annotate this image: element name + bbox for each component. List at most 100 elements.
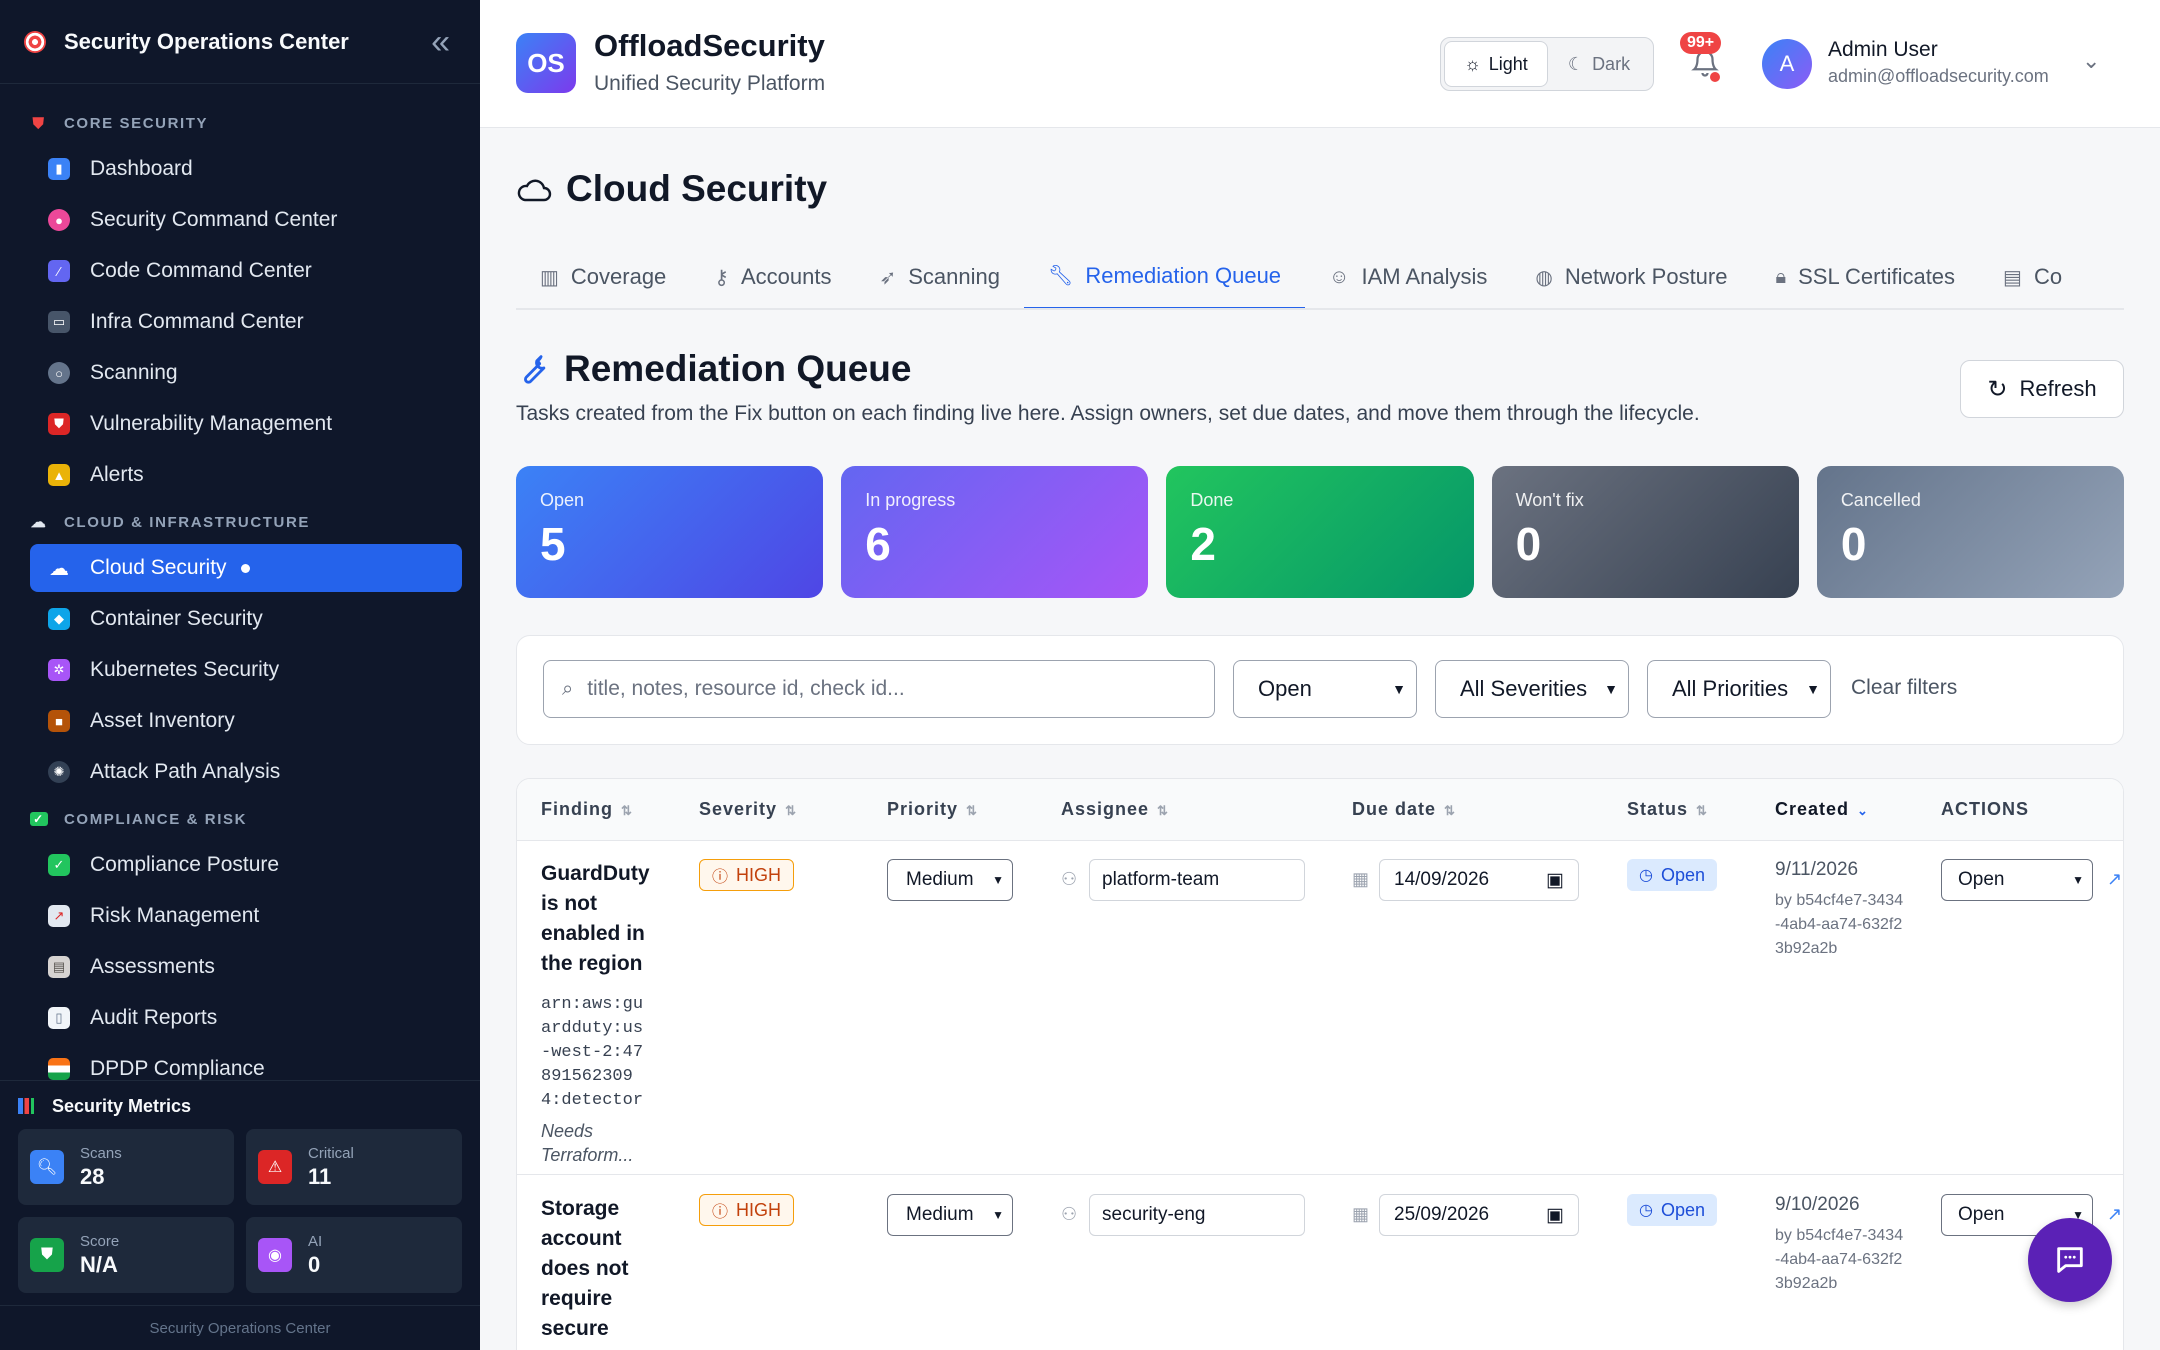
tab-coverage[interactable]: ▥ Coverage [516, 244, 690, 308]
stat-card-wont-fix[interactable]: Won't fix 0 [1491, 466, 1799, 598]
calendar-icon: ▦ [1352, 1204, 1370, 1224]
sidebar-item-asset-inventory[interactable]: ■ Asset Inventory [30, 697, 462, 745]
assignee-input[interactable]: security-eng [1089, 1194, 1305, 1236]
sidebar-item-assessments[interactable]: ▤ Assessments [30, 943, 462, 991]
tab-ssl-certificates[interactable]: 🔒︎ SSL Certificates [1751, 244, 1979, 308]
sidebar-item-label: Container Security [90, 607, 263, 630]
priority-select[interactable]: Medium ▼ [887, 859, 1013, 901]
calendar-icon[interactable]: ▣ [1546, 1204, 1564, 1227]
metric-card-score[interactable]: ⛊ Score N/A [18, 1217, 234, 1293]
priority-select[interactable]: Medium ▼ [887, 1194, 1013, 1236]
sidebar-item-dpdp-compliance[interactable]: DPDP Compliance [30, 1045, 462, 1080]
sidebar-item-code-command-center[interactable]: ⁄ Code Command Center [30, 247, 462, 295]
sidebar-item-scanning[interactable]: ○ Scanning [30, 349, 462, 397]
sidebar-item-compliance-posture[interactable]: ✓ Compliance Posture [30, 841, 462, 889]
metrics-grid: 🔍︎ Scans 28 ⚠ Critical 11 ⛊ Score N/A ◉ AI 0 [18, 1129, 462, 1293]
clock-icon: ◷ [1639, 1202, 1653, 1219]
calendar-icon[interactable]: ▣ [1546, 869, 1564, 892]
stat-card-open[interactable]: Open 5 [516, 466, 824, 598]
priority-filter-value: All Priorities [1672, 676, 1789, 701]
severity-badge: ⓘ HIGH [699, 1194, 795, 1226]
tab-compliance[interactable]: ▤ Co [1979, 244, 2086, 308]
section-label: CLOUD & INFRASTRUCTURE [64, 513, 311, 531]
cloud-icon: ☁ [49, 557, 69, 580]
user-avatar[interactable]: A [1762, 39, 1812, 89]
chevron-down-icon: ▼ [2072, 873, 2084, 887]
metric-card-ai[interactable]: ◉ AI 0 [246, 1217, 462, 1293]
sidebar-item-label: Audit Reports [90, 1006, 218, 1029]
sidebar-item-kubernetes-security[interactable]: ✲ Kubernetes Security [30, 646, 462, 694]
column-label: Created [1775, 799, 1850, 819]
sun-icon: ☼ [1464, 53, 1481, 74]
external-link-icon[interactable]: ↗ [2107, 1204, 2122, 1225]
tab-iam-analysis[interactable]: ☺ IAM Analysis [1305, 244, 1511, 308]
magnifier-icon: ○ [48, 362, 70, 384]
stat-card-done[interactable]: Done 2 [1166, 466, 1474, 598]
column-header-status[interactable]: Status ⇅ [1627, 799, 1708, 820]
user-icon: ⚇ [1061, 869, 1078, 889]
theme-light-button[interactable]: ☼ Light [1444, 41, 1548, 87]
tab-remediation-queue[interactable]: 🔧︎ Remediation Queue [1023, 244, 1306, 308]
external-link-icon[interactable]: ↗ [2107, 869, 2122, 890]
alert-circle-icon: ⓘ [712, 1204, 729, 1221]
sidebar-item-risk-management[interactable]: ↗ Risk Management [30, 892, 462, 940]
sidebar-item-audit-reports[interactable]: ▯ Audit Reports [30, 994, 462, 1042]
due-date-input[interactable]: 14/09/2026 ▣ [1379, 859, 1579, 901]
shield-icon: ⛊ [30, 1238, 64, 1272]
metric-label: Score [80, 1232, 120, 1250]
sidebar-item-cloud-security[interactable]: ☁ Cloud Security [30, 544, 462, 592]
sidebar-item-infra-command-center[interactable]: ▭ Infra Command Center [30, 298, 462, 346]
finding-title[interactable]: GuardDuty is not enabled in the region [541, 859, 659, 979]
key-icon: ⚷ [714, 266, 729, 289]
tab-scanning[interactable]: ➶ Scanning [855, 244, 1024, 308]
user-menu-chevron-down-icon[interactable]: ⌄ [2082, 48, 2100, 74]
column-header-due-date[interactable]: Due date ⇅ [1352, 799, 1456, 820]
remediation-table: Finding ⇅ Severity ⇅ Priority ⇅ Assignee ⇅ D… [516, 778, 2124, 1350]
column-header-assignee[interactable]: Assignee ⇅ [1061, 799, 1169, 820]
sidebar-item-label: Vulnerability Management [90, 412, 333, 435]
due-date-input[interactable]: 25/09/2026 ▣ [1379, 1194, 1579, 1236]
tab-accounts[interactable]: ⚷ Accounts [690, 244, 855, 308]
tab-network-posture[interactable]: ◍ Network Posture [1511, 244, 1751, 308]
metric-card-critical[interactable]: ⚠ Critical 11 [246, 1129, 462, 1205]
assignee-input[interactable]: platform-team [1089, 859, 1305, 901]
table-row: Storage account does not require secure … [517, 1176, 2123, 1350]
sidebar-item-attack-path-analysis[interactable]: ✺ Attack Path Analysis [30, 748, 462, 796]
collapse-sidebar-icon[interactable]: « [431, 25, 450, 59]
clear-filters-button[interactable]: Clear filters [1851, 676, 1957, 700]
finding-title[interactable]: Storage account does not require secure [541, 1194, 659, 1344]
calendar-icon: ▦ [1352, 869, 1370, 889]
refresh-button[interactable]: ↻ Refresh [1960, 360, 2124, 418]
search-icon: ⌕ [562, 677, 574, 700]
tab-label: SSL Certificates [1798, 264, 1956, 289]
column-header-severity[interactable]: Severity ⇅ [699, 799, 797, 820]
sidebar-item-label: Dashboard [90, 157, 193, 180]
search-input[interactable]: ⌕ title, notes, resource id, check id... [543, 660, 1215, 718]
column-header-created[interactable]: Created ⌄ [1775, 799, 1869, 820]
sidebar-item-container-security[interactable]: ◆ Container Security [30, 595, 462, 643]
theme-dark-button[interactable]: ☾ Dark [1548, 41, 1650, 87]
sidebar-item-vulnerability-management[interactable]: ⛊ Vulnerability Management [30, 400, 462, 448]
remediation-queue-description: Tasks created from the Fix button on eac… [516, 402, 1700, 425]
metric-card-scans[interactable]: 🔍︎ Scans 28 [18, 1129, 234, 1205]
column-header-finding[interactable]: Finding ⇅ [541, 799, 633, 820]
severity-filter-select[interactable]: All Severities ▼ [1435, 660, 1629, 718]
chat-assistant-button[interactable] [2028, 1218, 2112, 1302]
sort-icon: ⇅ [785, 803, 797, 818]
column-header-priority[interactable]: Priority ⇅ [887, 799, 978, 820]
priority-filter-select[interactable]: All Priorities ▼ [1647, 660, 1831, 718]
sidebar-item-security-command-center[interactable]: ● Security Command Center [30, 196, 462, 244]
sidebar-item-dashboard[interactable]: ▮ Dashboard [30, 145, 462, 193]
status-action-select[interactable]: Open ▼ [1941, 859, 2093, 901]
sidebar-item-alerts[interactable]: ▲ Alerts [30, 451, 462, 499]
brand-subtitle: Unified Security Platform [594, 72, 826, 95]
severity-filter-value: All Severities [1460, 676, 1588, 701]
table-row: GuardDuty is not enabled in the region a… [517, 841, 2123, 1175]
helm-icon: ✲ [48, 659, 70, 681]
stat-card-cancelled[interactable]: Cancelled 0 [1816, 466, 2124, 598]
remediation-queue-title-text: Remediation Queue [564, 348, 912, 389]
user-name: Admin User [1828, 38, 1938, 61]
stat-card-in-progress[interactable]: In progress 6 [841, 466, 1149, 598]
stat-value: 2 [1190, 518, 1216, 570]
status-filter-select[interactable]: Open ▼ [1233, 660, 1417, 718]
